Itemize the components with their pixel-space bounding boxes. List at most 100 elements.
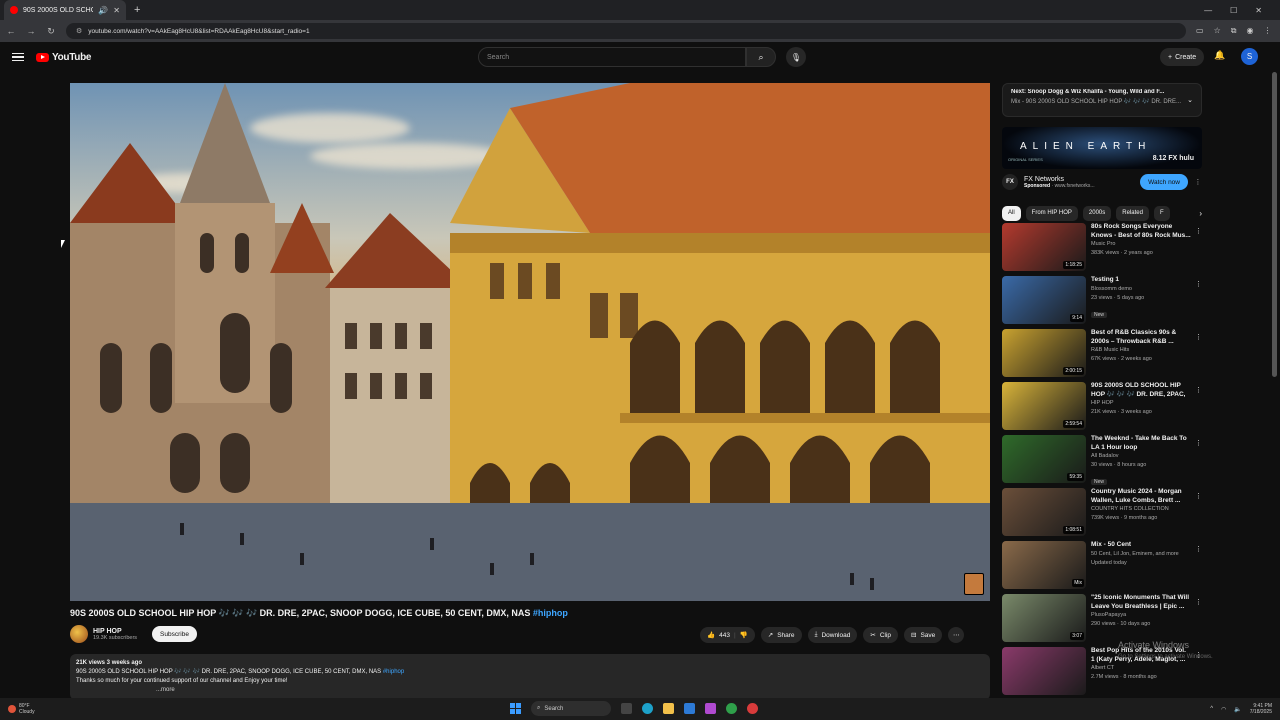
video-title[interactable]: 90S 2000S OLD SCHOOL HIP HOP 🎶 🎶 🎶 DR. D… — [1091, 382, 1191, 399]
video-channel[interactable]: Albert CT — [1091, 664, 1191, 673]
video-title[interactable]: Testing 1 — [1091, 276, 1191, 285]
menu-dots-icon[interactable]: ⋮ — [1263, 26, 1271, 36]
chip-from-hip-hop[interactable]: From HIP HOP — [1025, 205, 1078, 221]
chip-2000s[interactable]: 2000s — [1082, 205, 1112, 221]
channel-avatar[interactable] — [70, 625, 88, 643]
video-channel[interactable]: Music Pro — [1091, 240, 1191, 249]
clock[interactable]: 9:41 PM 7/18/2025 — [1250, 703, 1272, 715]
video-thumbnail[interactable]: 1:08:51 — [1002, 488, 1086, 536]
page-scrollbar[interactable] — [1272, 72, 1277, 377]
video-thumbnail[interactable] — [1002, 647, 1086, 695]
video-hashtag[interactable]: #hiphop — [533, 608, 568, 618]
video-thumbnail[interactable]: 3:07 — [1002, 594, 1086, 642]
speaker-icon[interactable]: 🔊 — [98, 6, 108, 15]
new-tab-button[interactable]: + — [134, 4, 140, 16]
windows-start-icon[interactable] — [510, 703, 521, 714]
edge-icon[interactable] — [642, 703, 653, 714]
chevron-right-icon[interactable]: › — [1199, 209, 1202, 218]
video-title[interactable]: "25 Iconic Monuments That Will Leave You… — [1091, 594, 1191, 611]
video-title[interactable]: Country Music 2024 - Morgan Wallen, Luke… — [1091, 488, 1191, 505]
close-tab-icon[interactable]: ✕ — [113, 6, 120, 15]
video-menu-icon[interactable]: ⋮ — [1195, 492, 1202, 500]
like-button[interactable]: 👍 443 | 👎 — [700, 627, 755, 643]
recommended-video[interactable]: 3:07 "25 Iconic Monuments That Will Leave… — [1002, 594, 1202, 646]
video-channel[interactable]: PlusoPapayya — [1091, 611, 1191, 620]
hamburger-menu-icon[interactable] — [12, 52, 24, 62]
video-thumbnail[interactable]: 59:35 — [1002, 435, 1086, 483]
search-input[interactable]: Search — [478, 47, 746, 67]
recommended-video[interactable]: Mix Mix - 50 Cent 50 Cent, Lil Jon, Eminem… — [1002, 541, 1202, 593]
sponsored-ad[interactable]: ALIEN EARTH ORIGINAL SERIES 8.12 FX hulu… — [1002, 127, 1202, 199]
video-menu-icon[interactable]: ⋮ — [1195, 545, 1202, 553]
download-button[interactable]: ⤓ Download — [807, 627, 858, 643]
search-button[interactable]: ⌕ — [746, 47, 776, 67]
back-icon[interactable]: ← — [6, 26, 16, 36]
minimize-icon[interactable]: — — [1204, 6, 1212, 15]
chip-all[interactable]: All — [1002, 205, 1021, 221]
store-icon[interactable] — [684, 703, 695, 714]
recommended-video[interactable]: 2:59:54 90S 2000S OLD SCHOOL HIP HOP 🎶 🎶 … — [1002, 382, 1202, 434]
file-explorer-icon[interactable] — [663, 703, 674, 714]
video-channel[interactable]: COUNTRY HITS COLLECTION — [1091, 505, 1191, 514]
description-box[interactable]: 21K views 3 weeks ago 90S 2000S OLD SCHO… — [70, 654, 990, 700]
profile-icon[interactable]: ◉ — [1246, 26, 1253, 36]
app-icon[interactable] — [705, 703, 716, 714]
reload-icon[interactable]: ↻ — [46, 26, 56, 37]
video-channel[interactable]: HIP HOP — [1091, 399, 1191, 408]
next-up-card[interactable]: Next: Snoop Dogg & Wiz Khalifa - Young, … — [1002, 83, 1202, 117]
youtube-logo[interactable]: YouTube — [36, 52, 92, 63]
video-menu-icon[interactable]: ⋮ — [1195, 280, 1202, 288]
channel-name[interactable]: HIP HOP — [93, 628, 137, 635]
notifications-bell-icon[interactable]: 🔔 — [1214, 50, 1225, 61]
recommended-video[interactable]: 2:00:15 Best of R&B Classics 90s & 2000s … — [1002, 329, 1202, 381]
recommended-video[interactable]: 1:18:25 80s Rock Songs Everyone Knows - B… — [1002, 223, 1202, 275]
channel-watermark[interactable] — [964, 573, 984, 595]
chevron-up-icon[interactable]: ^ — [1210, 706, 1213, 712]
watch-now-button[interactable]: Watch now — [1140, 174, 1188, 190]
recommended-video[interactable]: 9:14 Testing 1 Blossomm demo 23 views · 5 d… — [1002, 276, 1202, 328]
video-title[interactable]: The Weeknd - Take Me Back To LA 1 Hour l… — [1091, 435, 1191, 452]
video-thumbnail[interactable]: 9:14 — [1002, 276, 1086, 324]
maximize-icon[interactable]: ☐ — [1230, 6, 1237, 15]
wifi-icon[interactable]: ◠ — [1221, 706, 1226, 713]
close-window-icon[interactable]: ✕ — [1255, 6, 1262, 15]
share-button[interactable]: ↗ Share — [760, 627, 802, 643]
create-button[interactable]: + Create — [1160, 48, 1205, 66]
extensions-icon[interactable]: ⧉ — [1231, 26, 1237, 36]
cast-icon[interactable]: ▭ — [1196, 26, 1204, 36]
description-hashtag[interactable]: #hiphop — [383, 669, 404, 675]
video-menu-icon[interactable]: ⋮ — [1195, 439, 1202, 447]
voice-search-button[interactable]: 🎙 — [786, 47, 806, 67]
weather-widget[interactable]: 80°F Cloudy — [8, 703, 35, 715]
video-thumbnail[interactable]: 2:59:54 — [1002, 382, 1086, 430]
video-player[interactable] — [70, 83, 990, 601]
chevron-down-icon[interactable]: ⌄ — [1187, 96, 1193, 104]
thumbs-down-icon[interactable]: 👎 — [740, 631, 748, 639]
address-bar[interactable]: ⚙ youtube.com/watch?v=AAkEag8HcU8&list=R… — [66, 23, 1186, 39]
chip-partial[interactable]: F — [1153, 205, 1170, 221]
video-channel[interactable]: Blossomm demo — [1091, 285, 1191, 294]
video-title[interactable]: 80s Rock Songs Everyone Knows - Best of … — [1091, 223, 1191, 240]
video-menu-icon[interactable]: ⋮ — [1195, 386, 1202, 394]
video-title[interactable]: Best of R&B Classics 90s & 2000s – Throw… — [1091, 329, 1191, 346]
video-thumbnail[interactable]: Mix — [1002, 541, 1086, 589]
video-channel[interactable]: 50 Cent, Lil Jon, Eminem, and more — [1091, 550, 1191, 559]
video-title[interactable]: Mix - 50 Cent — [1091, 541, 1191, 550]
bookmark-star-icon[interactable]: ☆ — [1214, 26, 1221, 36]
video-menu-icon[interactable]: ⋮ — [1195, 227, 1202, 235]
account-avatar[interactable]: S — [1241, 48, 1258, 65]
volume-icon[interactable]: 🔈 — [1234, 706, 1241, 713]
ad-banner[interactable]: ALIEN EARTH ORIGINAL SERIES 8.12 FX hulu — [1002, 127, 1202, 169]
forward-icon[interactable]: → — [26, 26, 36, 36]
recorder-icon[interactable] — [747, 703, 758, 714]
more-actions-button[interactable]: ⋯ — [948, 627, 965, 643]
video-channel[interactable]: R&B Music Hits — [1091, 346, 1191, 355]
show-more-link[interactable]: ...more — [156, 687, 175, 693]
browser-tab[interactable]: 90S 2000S OLD SCHOOL H 🔊 ✕ — [4, 0, 126, 20]
video-thumbnail[interactable]: 2:00:15 — [1002, 329, 1086, 377]
task-view-icon[interactable] — [621, 703, 632, 714]
video-channel[interactable]: All Badalov — [1091, 452, 1191, 461]
chip-related[interactable]: Related — [1116, 205, 1149, 221]
recommended-video[interactable]: 1:08:51 Country Music 2024 - Morgan Walle… — [1002, 488, 1202, 540]
chrome-icon[interactable] — [726, 703, 737, 714]
